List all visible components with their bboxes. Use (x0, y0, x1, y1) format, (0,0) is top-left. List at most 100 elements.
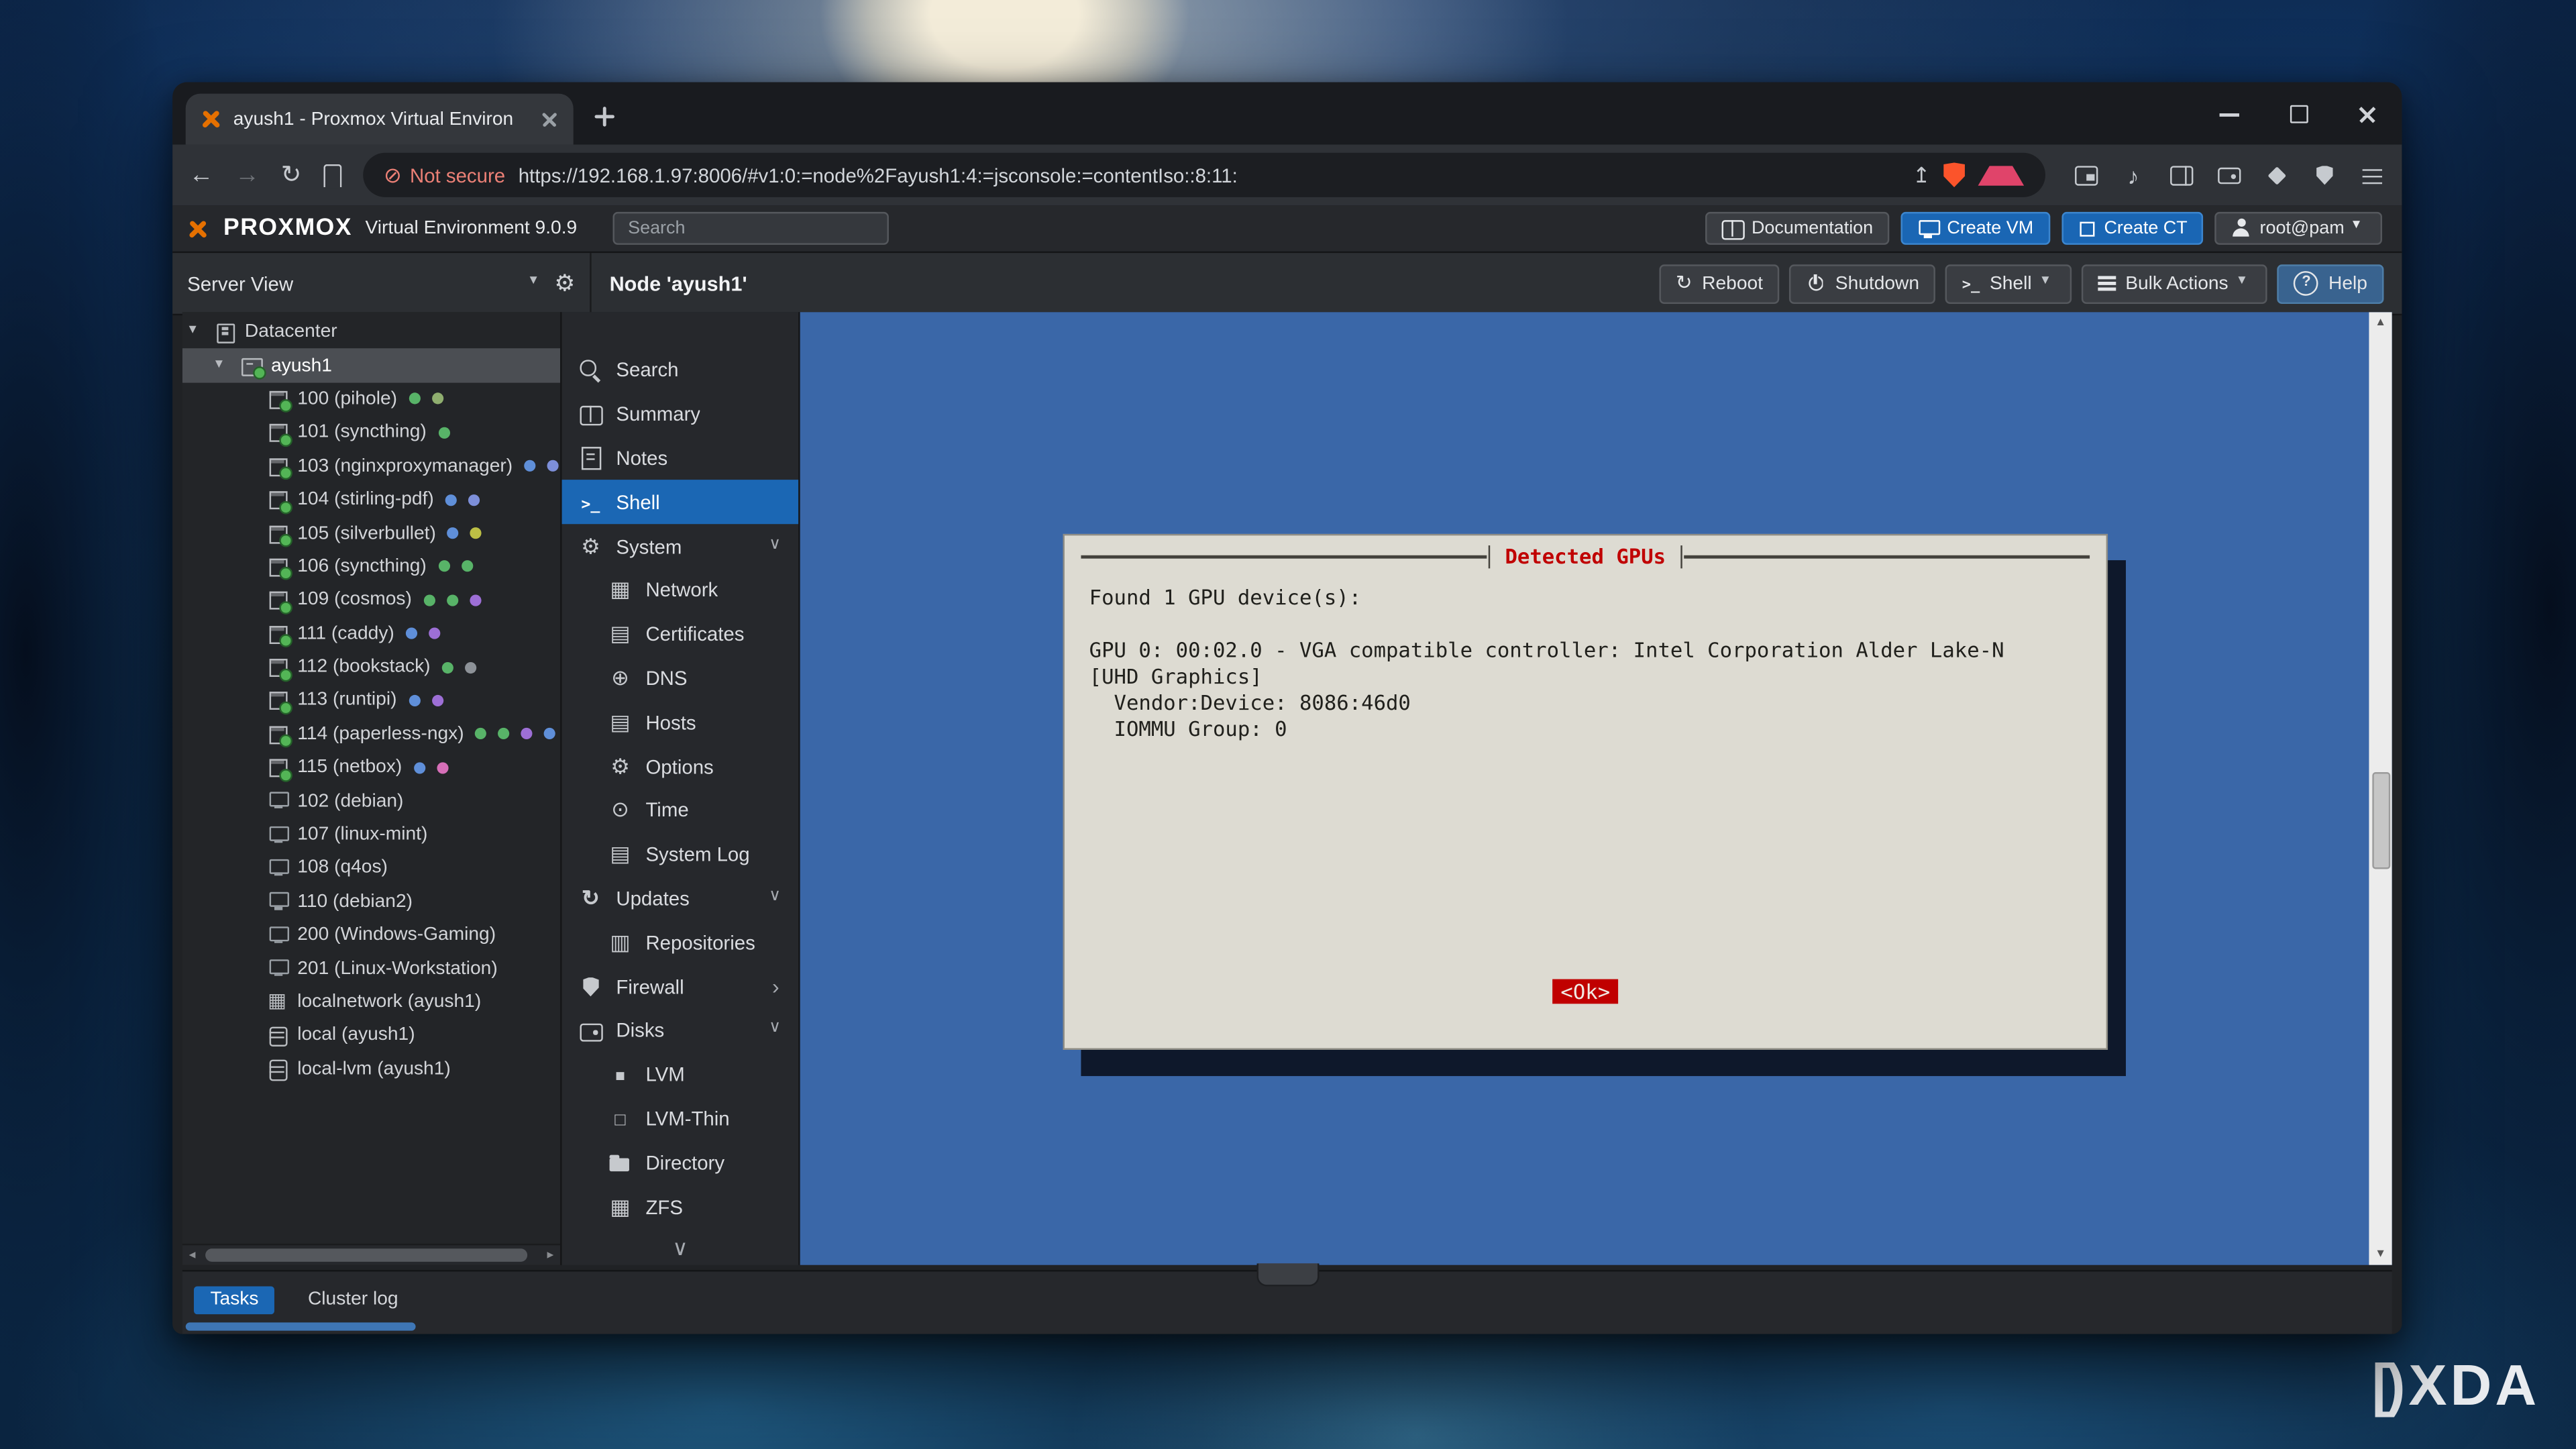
chevron-down-icon[interactable] (769, 537, 785, 556)
view-selector[interactable]: Server View (172, 253, 591, 314)
node-menu-item[interactable]: Repositories (562, 920, 799, 965)
split-view-icon[interactable] (2169, 162, 2195, 188)
tree-item[interactable]: local-lvm (ayush1) (182, 1053, 560, 1086)
bulk-actions-button[interactable]: Bulk Actions (2081, 264, 2267, 303)
brave-rewards-icon[interactable] (1978, 165, 2025, 184)
node-menu-item[interactable]: Updates (562, 877, 799, 921)
share-icon[interactable]: ↥ (1913, 164, 1931, 186)
tree-item[interactable]: 100 (pihole) (182, 382, 560, 416)
shell-button[interactable]: Shell (1945, 264, 2071, 303)
tree-item[interactable]: localnetwork (ayush1) (182, 985, 560, 1019)
scrollbar-thumb[interactable] (205, 1248, 527, 1262)
node-menu-item[interactable]: Certificates (562, 612, 799, 657)
tree-item[interactable]: 113 (runtipi) (182, 684, 560, 718)
scroll-down-icon[interactable] (2369, 1244, 2392, 1265)
node-menu-item[interactable]: Options (562, 745, 799, 789)
node-menu-item[interactable]: Network (562, 568, 799, 612)
footer-tab[interactable]: Tasks (194, 1285, 275, 1313)
node-menu-item[interactable]: ZFS (562, 1185, 799, 1229)
terminal-scrollbar[interactable] (2369, 312, 2392, 1265)
scroll-left-icon[interactable] (182, 1245, 202, 1265)
node-menu-item[interactable]: System (562, 525, 799, 569)
node-menu-item[interactable]: Time (562, 788, 799, 833)
maximize-button[interactable] (2264, 82, 2333, 144)
close-button[interactable] (2333, 82, 2402, 144)
tree-item[interactable]: 114 (paperless-ngx) (182, 717, 560, 751)
media-icon[interactable] (2121, 162, 2147, 188)
footer-tab[interactable]: Cluster log (291, 1285, 415, 1313)
node-menu-item[interactable]: Firewall (562, 965, 799, 1009)
scrollbar-track[interactable] (202, 1245, 540, 1265)
tree-settings-gear-icon[interactable] (554, 268, 575, 298)
node-menu-item[interactable]: Directory (562, 1140, 799, 1185)
expand-caret-icon[interactable] (215, 358, 231, 374)
tree-item[interactable]: 111 (caddy) (182, 617, 560, 651)
minimize-button[interactable] (2195, 82, 2264, 144)
scroll-up-icon[interactable] (2369, 312, 2392, 333)
wallet-icon[interactable] (2216, 162, 2243, 188)
node-menu-item[interactable]: LVM (562, 1053, 799, 1097)
shutdown-button[interactable]: Shutdown (1789, 264, 1935, 303)
console-toolbar-handle[interactable] (1256, 1263, 1319, 1286)
tree-item[interactable]: 115 (netbox) (182, 751, 560, 784)
tree-item[interactable]: 103 (nginxproxymanager) (182, 449, 560, 483)
leo-ai-icon[interactable] (2264, 162, 2290, 188)
node-menu-item[interactable]: Search (562, 348, 799, 392)
tab-close-icon[interactable] (541, 110, 559, 128)
tree-item[interactable]: 112 (bookstack) (182, 651, 560, 684)
url-text[interactable]: https://192.168.1.97:8006/#v1:0:=node%2F… (519, 164, 1900, 186)
tree-item[interactable]: 101 (syncthing) (182, 416, 560, 449)
tree-item[interactable]: local (ayush1) (182, 1019, 560, 1053)
tree-item[interactable]: 102 (debian) (182, 784, 560, 818)
address-bar[interactable]: ⊘ Not secure https://192.168.1.97:8006/#… (362, 153, 2045, 197)
tree-item[interactable]: 105 (silverbullet) (182, 517, 560, 550)
help-button[interactable]: Help (2277, 264, 2383, 303)
picture-in-picture-icon[interactable] (2074, 162, 2100, 188)
chevron-down-icon[interactable] (769, 889, 785, 908)
node-menu-item[interactable]: System Log (562, 833, 799, 877)
tree-item[interactable]: 108 (q4os) (182, 851, 560, 885)
tree-item[interactable]: 110 (debian2) (182, 885, 560, 918)
tree-item[interactable]: 104 (stirling-pdf) (182, 483, 560, 517)
user-menu-button[interactable]: root@pam (2215, 212, 2382, 245)
tree-horizontal-scrollbar[interactable] (182, 1244, 560, 1265)
tree-item[interactable]: 107 (linux-mint) (182, 818, 560, 851)
node-menu-item[interactable]: Shell (562, 480, 799, 525)
scroll-right-icon[interactable] (541, 1245, 560, 1265)
node-menu-item[interactable]: DNS (562, 657, 799, 701)
dialog-ok-button[interactable]: <Ok> (1552, 979, 1618, 1004)
tree-item[interactable]: 201 (Linux-Workstation) (182, 952, 560, 985)
tree-item[interactable]: 109 (cosmos) (182, 584, 560, 617)
new-tab-button[interactable] (583, 95, 626, 138)
tree-item[interactable]: 106 (syncthing) (182, 550, 560, 584)
footer-scrollbar-thumb[interactable] (186, 1322, 416, 1330)
tree-item[interactable]: Datacenter (182, 315, 560, 349)
browser-tab[interactable]: ayush1 - Proxmox Virtual Environ (186, 94, 574, 145)
node-menu-item[interactable]: LVM-Thin (562, 1097, 799, 1141)
brave-shields-icon[interactable] (1943, 162, 1965, 187)
create-ct-button[interactable]: Create CT (2061, 212, 2204, 245)
security-status[interactable]: ⊘ Not secure (384, 164, 505, 186)
tree-item[interactable]: 200 (Windows-Gaming) (182, 918, 560, 952)
documentation-button[interactable]: Documentation (1705, 212, 1889, 245)
chevron-down-icon[interactable] (769, 1021, 785, 1040)
create-vm-button[interactable]: Create VM (1901, 212, 2050, 245)
vpn-icon[interactable] (2312, 162, 2338, 188)
bookmark-icon[interactable] (323, 164, 341, 186)
node-menu-item[interactable]: Hosts (562, 700, 799, 745)
tree-item[interactable]: ayush1 (182, 349, 560, 382)
reload-button[interactable]: ↻ (281, 162, 302, 187)
forward-button[interactable]: → (235, 162, 260, 187)
node-menu-item[interactable]: Notes (562, 436, 799, 480)
reboot-button[interactable]: Reboot (1659, 264, 1779, 303)
scrollbar-thumb[interactable] (2371, 772, 2390, 869)
menu-more-chevron-icon[interactable] (562, 1234, 799, 1263)
shell-terminal[interactable]: Detected GPUs Found 1 GPU device(s): GPU… (800, 312, 2392, 1265)
back-button[interactable]: ← (189, 162, 214, 187)
expand-caret-icon[interactable] (189, 324, 205, 340)
node-menu-item[interactable]: Summary (562, 392, 799, 437)
global-search-input[interactable] (613, 212, 889, 245)
chevron-right-icon[interactable] (769, 977, 785, 996)
node-menu-item[interactable]: Disks (562, 1009, 799, 1053)
menu-icon[interactable] (2359, 162, 2385, 188)
